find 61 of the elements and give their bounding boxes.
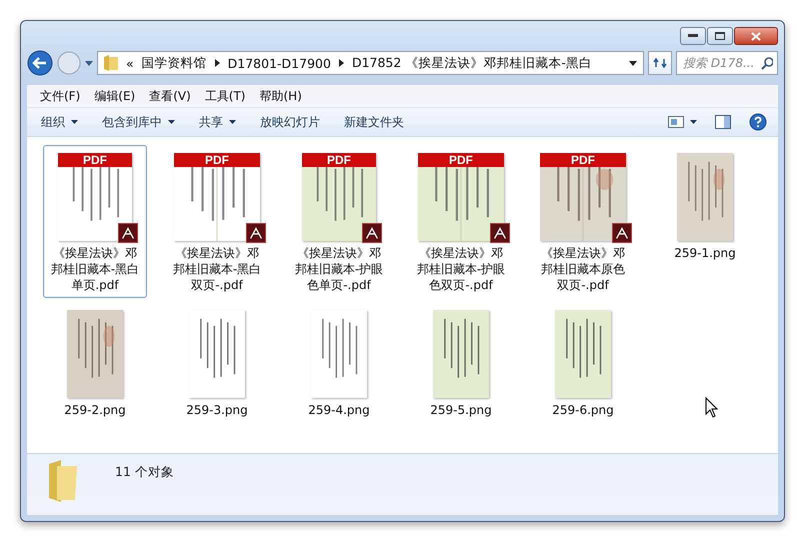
- file-item[interactable]: PDF 《挨星法诀》邓邦桂旧藏本原色双页-.pdf: [531, 145, 635, 298]
- pdf-label: PDF: [418, 153, 504, 167]
- toolbar-button[interactable]: 放映幻灯片: [252, 110, 328, 134]
- file-item[interactable]: PDF 《挨星法诀》邓邦桂旧藏本-护眼色单页-.pdf: [287, 145, 391, 298]
- toolbar-button[interactable]: 包含到库中: [94, 110, 183, 134]
- folder-icon: [104, 55, 118, 71]
- search-field[interactable]: 搜索 D178...: [676, 51, 778, 75]
- close-icon: [751, 32, 761, 40]
- caret-icon: [71, 120, 78, 124]
- toolbar-button[interactable]: 共享: [191, 110, 244, 134]
- file-item[interactable]: 259-3.png: [165, 302, 269, 423]
- menu-item[interactable]: 编辑(E): [87, 86, 142, 106]
- pdf-icon: [362, 223, 382, 243]
- close-button[interactable]: [734, 27, 778, 45]
- pdf-label: PDF: [174, 153, 260, 167]
- menu-item[interactable]: 帮助(H): [252, 86, 309, 106]
- maximize-icon: [715, 32, 725, 40]
- file-item[interactable]: 259-2.png: [43, 302, 147, 423]
- pdf-icon: [490, 223, 510, 243]
- toolbar-button[interactable]: 新建文件夹: [336, 110, 412, 134]
- pdf-label: PDF: [540, 153, 626, 167]
- breadcrumb-overflow[interactable]: «: [126, 56, 134, 70]
- breadcrumb[interactable]: D17852 《挨星法诀》邓邦桂旧藏本-黑白: [352, 54, 592, 72]
- toolbar-button[interactable]: 组织: [33, 110, 86, 134]
- breadcrumb[interactable]: D17801-D17900: [228, 56, 331, 70]
- menu-item[interactable]: 查看(V): [142, 86, 198, 106]
- file-item[interactable]: PDF 《挨星法诀》邓邦桂旧藏本-黑白单页.pdf: [43, 145, 147, 298]
- chevron-icon[interactable]: [214, 59, 220, 67]
- view-icon: [668, 116, 684, 128]
- cursor-icon: [705, 397, 718, 418]
- menu-item[interactable]: 文件(F): [33, 86, 88, 106]
- search-icon[interactable]: [761, 56, 773, 70]
- maximize-button[interactable]: [707, 27, 733, 45]
- address-bar[interactable]: « 国学资料馆 D17801-D17900 D17852 《挨星法诀》邓邦桂旧藏本-黑白: [97, 51, 644, 75]
- chevron-icon[interactable]: [338, 59, 344, 67]
- file-item[interactable]: 259-1.png: [653, 145, 757, 298]
- caret-icon: [229, 120, 236, 124]
- help-icon: [749, 113, 767, 131]
- item-count: 11 个对象: [115, 464, 174, 481]
- pdf-label: PDF: [302, 153, 376, 167]
- dropdown-caret-icon[interactable]: [629, 60, 637, 66]
- pane-icon: [715, 115, 731, 129]
- caret-icon: [690, 120, 697, 124]
- back-button[interactable]: [27, 50, 53, 76]
- menu-item[interactable]: 工具(T): [198, 86, 252, 106]
- refresh-icon: [653, 57, 667, 69]
- file-item[interactable]: PDF 《挨星法诀》邓邦桂旧藏本-护眼色双页-.pdf: [409, 145, 513, 298]
- file-item[interactable]: 259-5.png: [409, 302, 513, 423]
- pdf-icon: [118, 223, 138, 243]
- file-item[interactable]: 259-6.png: [531, 302, 635, 423]
- pdf-label: PDF: [58, 153, 132, 167]
- breadcrumb[interactable]: 国学资料馆: [142, 54, 207, 72]
- file-item[interactable]: PDF 《挨星法诀》邓邦桂旧藏本-黑白双页-.pdf: [165, 145, 269, 298]
- minimize-icon: [688, 34, 698, 38]
- refresh-button[interactable]: [648, 51, 672, 75]
- pdf-icon: [246, 223, 266, 243]
- file-item[interactable]: 259-4.png: [287, 302, 391, 423]
- history-caret-icon[interactable]: [85, 60, 93, 66]
- minimize-button[interactable]: [680, 27, 706, 45]
- caret-icon: [168, 120, 175, 124]
- pdf-icon: [612, 223, 632, 243]
